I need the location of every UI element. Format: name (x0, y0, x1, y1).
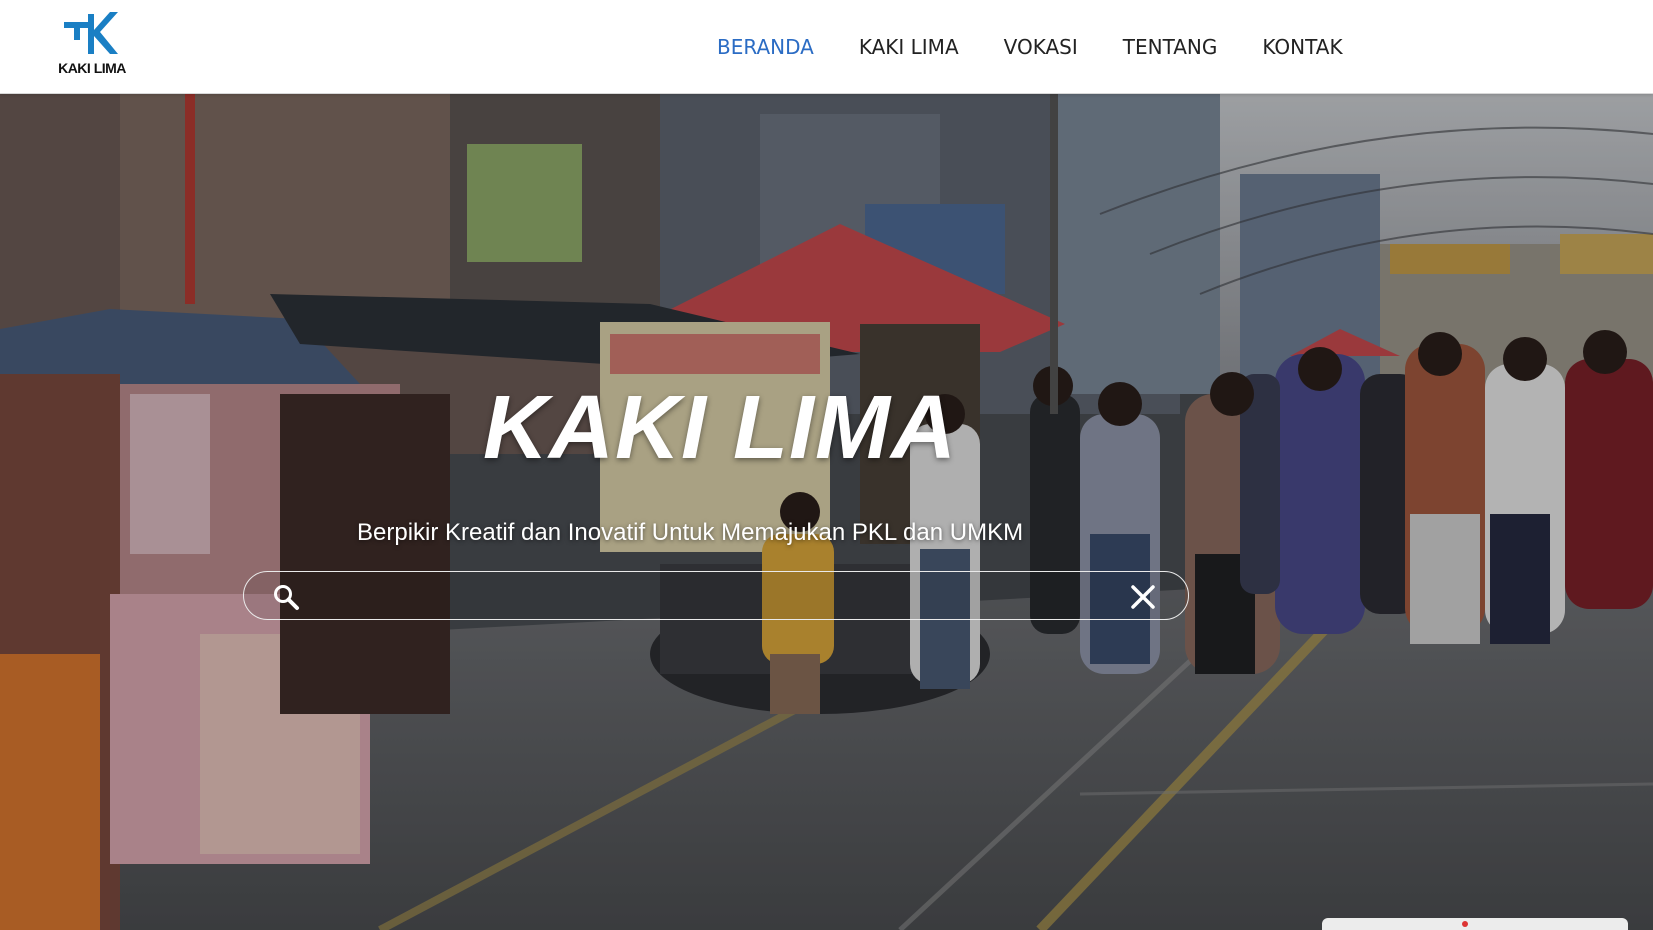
nav-item-tentang[interactable]: TENTANG (1123, 33, 1218, 61)
nav-item-beranda[interactable]: BERANDA (717, 33, 814, 61)
nav-item-kontak[interactable]: KONTAK (1262, 33, 1342, 61)
hero-section: KAKI LIMA Berpikir Kreatif dan Inovatif … (0, 94, 1653, 930)
main-nav: BERANDA KAKI LIMA VOKASI TENTANG KONTAK (717, 33, 1388, 61)
navbar: KAKI LIMA BERANDA KAKI LIMA VOKASI TENTA… (0, 0, 1653, 94)
brand-logo-mark (64, 12, 118, 54)
nav-item-vokasi[interactable]: VOKASI (1004, 33, 1078, 61)
widget-indicator (1462, 921, 1468, 927)
close-icon[interactable] (1128, 582, 1158, 612)
search-bar (243, 571, 1189, 620)
hero-title: KAKI LIMA (483, 378, 957, 478)
nav-item-kaki-lima[interactable]: KAKI LIMA (859, 33, 959, 61)
hero-subtitle: Berpikir Kreatif dan Inovatif Untuk Mema… (357, 519, 1024, 546)
brand-logo-text: KAKI LIMA (58, 60, 126, 76)
brand-logo[interactable]: KAKI LIMA (52, 10, 132, 78)
search-input[interactable] (318, 579, 1098, 613)
hero-overlay (0, 94, 1653, 930)
search-icon[interactable] (271, 582, 301, 612)
floating-widget[interactable] (1322, 918, 1628, 930)
